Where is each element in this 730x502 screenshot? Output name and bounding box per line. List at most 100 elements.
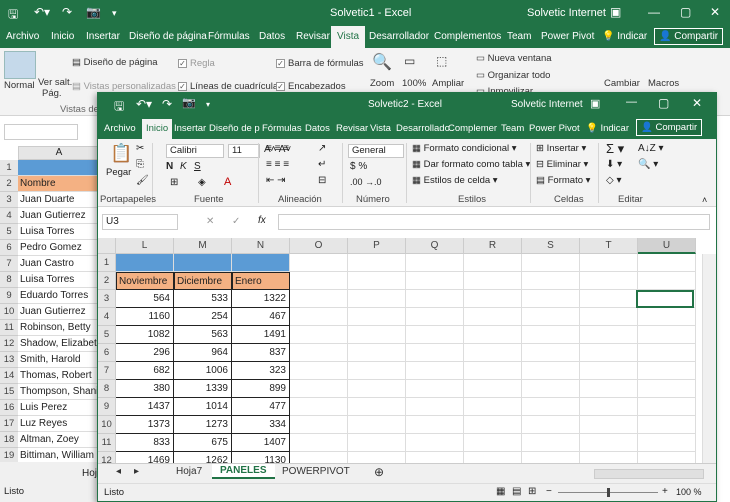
cut-icon[interactable]: ✂ xyxy=(136,143,144,154)
row-number[interactable]: 5 xyxy=(0,224,18,240)
arrange-all[interactable]: ▭ Organizar todo xyxy=(476,70,550,81)
cell[interactable] xyxy=(406,434,464,452)
cell[interactable] xyxy=(232,254,290,272)
tab-diseno[interactable]: Diseño de página xyxy=(129,31,207,42)
cell[interactable]: 1160 xyxy=(116,308,174,326)
cancel-icon[interactable]: ✕ xyxy=(206,216,214,227)
cell[interactable] xyxy=(464,344,522,362)
column-header[interactable]: L xyxy=(116,238,174,254)
font-size-select[interactable]: 11 xyxy=(228,144,260,158)
formula-input[interactable] xyxy=(278,214,710,230)
cell[interactable]: 467 xyxy=(232,308,290,326)
fill-color-icon[interactable]: ◈ xyxy=(198,177,206,188)
cell[interactable] xyxy=(464,272,522,290)
row-number[interactable]: 9 xyxy=(0,288,18,304)
cell[interactable] xyxy=(638,416,696,434)
row-number[interactable]: 3 xyxy=(0,192,18,208)
cell-a[interactable]: Pedro Gomez xyxy=(18,240,100,256)
font-color-icon[interactable]: A xyxy=(224,176,231,188)
row-number[interactable]: 9 xyxy=(98,398,116,416)
cell[interactable] xyxy=(522,398,580,416)
maximize-icon[interactable]: ▢ xyxy=(658,96,669,110)
cell[interactable]: 254 xyxy=(174,308,232,326)
borders-icon[interactable]: ⊞ xyxy=(170,177,178,188)
cell[interactable]: 1339 xyxy=(174,380,232,398)
cell[interactable] xyxy=(290,290,348,308)
tab-team[interactable]: Team xyxy=(501,123,524,134)
horizontal-scrollbar[interactable] xyxy=(594,469,704,479)
cell[interactable]: 533 xyxy=(174,290,232,308)
tab-vista[interactable]: Vista xyxy=(331,26,366,48)
enter-icon[interactable]: ✓ xyxy=(232,216,240,227)
format-painter-icon[interactable]: 🖌 xyxy=(136,175,149,186)
sheet-tab-hoja7[interactable]: Hoja7 xyxy=(176,466,202,477)
cell[interactable] xyxy=(348,434,406,452)
cell[interactable] xyxy=(522,290,580,308)
cell[interactable] xyxy=(464,326,522,344)
cell[interactable] xyxy=(348,398,406,416)
cell[interactable]: 675 xyxy=(174,434,232,452)
row-number[interactable]: 15 xyxy=(0,384,18,400)
cell[interactable] xyxy=(348,290,406,308)
tab-formulas[interactable]: Fórmulas xyxy=(262,123,302,134)
cell[interactable]: 833 xyxy=(116,434,174,452)
cell-a[interactable]: Luz Reyes xyxy=(18,416,100,432)
cell[interactable]: 323 xyxy=(232,362,290,380)
row-number[interactable]: 7 xyxy=(0,256,18,272)
cell-a[interactable]: Robinson, Betty xyxy=(18,320,100,336)
column-header[interactable]: S xyxy=(522,238,580,254)
row-number[interactable]: 4 xyxy=(98,308,116,326)
add-sheet-icon[interactable]: ⊕ xyxy=(374,465,384,479)
autosum-icon[interactable]: Σ ▾ xyxy=(606,141,624,157)
tab-desarrollador[interactable]: Desarrollador xyxy=(369,31,429,42)
tab-insertar[interactable]: Insertar xyxy=(86,31,120,42)
cell[interactable] xyxy=(580,254,638,272)
row-number[interactable]: 8 xyxy=(0,272,18,288)
indent-icon[interactable]: ⇤ ⇥ xyxy=(266,175,286,186)
macros-label[interactable]: Macros xyxy=(648,78,679,89)
gridlines-checkbox[interactable]: ✓ Líneas de cuadrícula xyxy=(178,81,278,92)
font-name-select[interactable]: Calibri xyxy=(166,144,224,158)
cell[interactable] xyxy=(290,380,348,398)
tab-complementos[interactable]: Complementos xyxy=(434,31,501,42)
tab-powerpivot[interactable]: Power Pivot xyxy=(541,31,594,42)
row-number[interactable]: 5 xyxy=(98,326,116,344)
cell[interactable] xyxy=(406,290,464,308)
cell[interactable] xyxy=(522,380,580,398)
cell[interactable] xyxy=(290,254,348,272)
paste-label[interactable]: Pegar xyxy=(106,167,131,178)
cell[interactable]: Diciembre xyxy=(174,272,232,290)
tab-datos[interactable]: Datos xyxy=(305,123,330,134)
undo-icon[interactable]: ↶▾ xyxy=(136,97,152,111)
copy-icon[interactable]: ⎘ xyxy=(136,159,144,170)
cell[interactable]: 899 xyxy=(232,380,290,398)
cell[interactable]: 964 xyxy=(174,344,232,362)
column-header[interactable]: O xyxy=(290,238,348,254)
decimal-icon[interactable]: .00 →.0 xyxy=(350,177,382,187)
find-icon[interactable]: 🔍 ▾ xyxy=(638,159,658,170)
cell[interactable] xyxy=(406,380,464,398)
cell[interactable] xyxy=(580,434,638,452)
tab-complementos[interactable]: Complemer xyxy=(448,123,497,134)
tab-insertar[interactable]: Insertar xyxy=(174,123,206,134)
tab-datos[interactable]: Datos xyxy=(259,31,285,42)
cell[interactable]: 1491 xyxy=(232,326,290,344)
insert-function-icon[interactable]: fx xyxy=(258,215,266,226)
delete-cells[interactable]: ⊟ Eliminar ▾ xyxy=(536,159,588,170)
sort-filter-icon[interactable]: A↓Z ▾ xyxy=(638,143,664,154)
row-number[interactable]: 10 xyxy=(0,304,18,320)
cell[interactable] xyxy=(522,326,580,344)
cell[interactable] xyxy=(464,290,522,308)
cell[interactable] xyxy=(116,254,174,272)
switch-windows-label[interactable]: Cambiar xyxy=(604,78,640,89)
cell[interactable] xyxy=(580,362,638,380)
customize-qat-icon[interactable]: ▾ xyxy=(112,8,117,19)
next-sheet-icon[interactable]: ▸ xyxy=(134,466,139,477)
cell[interactable] xyxy=(348,344,406,362)
window1-namebox[interactable] xyxy=(4,124,78,140)
ribbon-options-icon[interactable]: ▣ xyxy=(610,5,621,19)
bold-icon[interactable]: N xyxy=(166,161,173,172)
cell[interactable] xyxy=(522,416,580,434)
format-cells[interactable]: ▤ Formato ▾ xyxy=(536,175,590,186)
cell[interactable] xyxy=(638,434,696,452)
